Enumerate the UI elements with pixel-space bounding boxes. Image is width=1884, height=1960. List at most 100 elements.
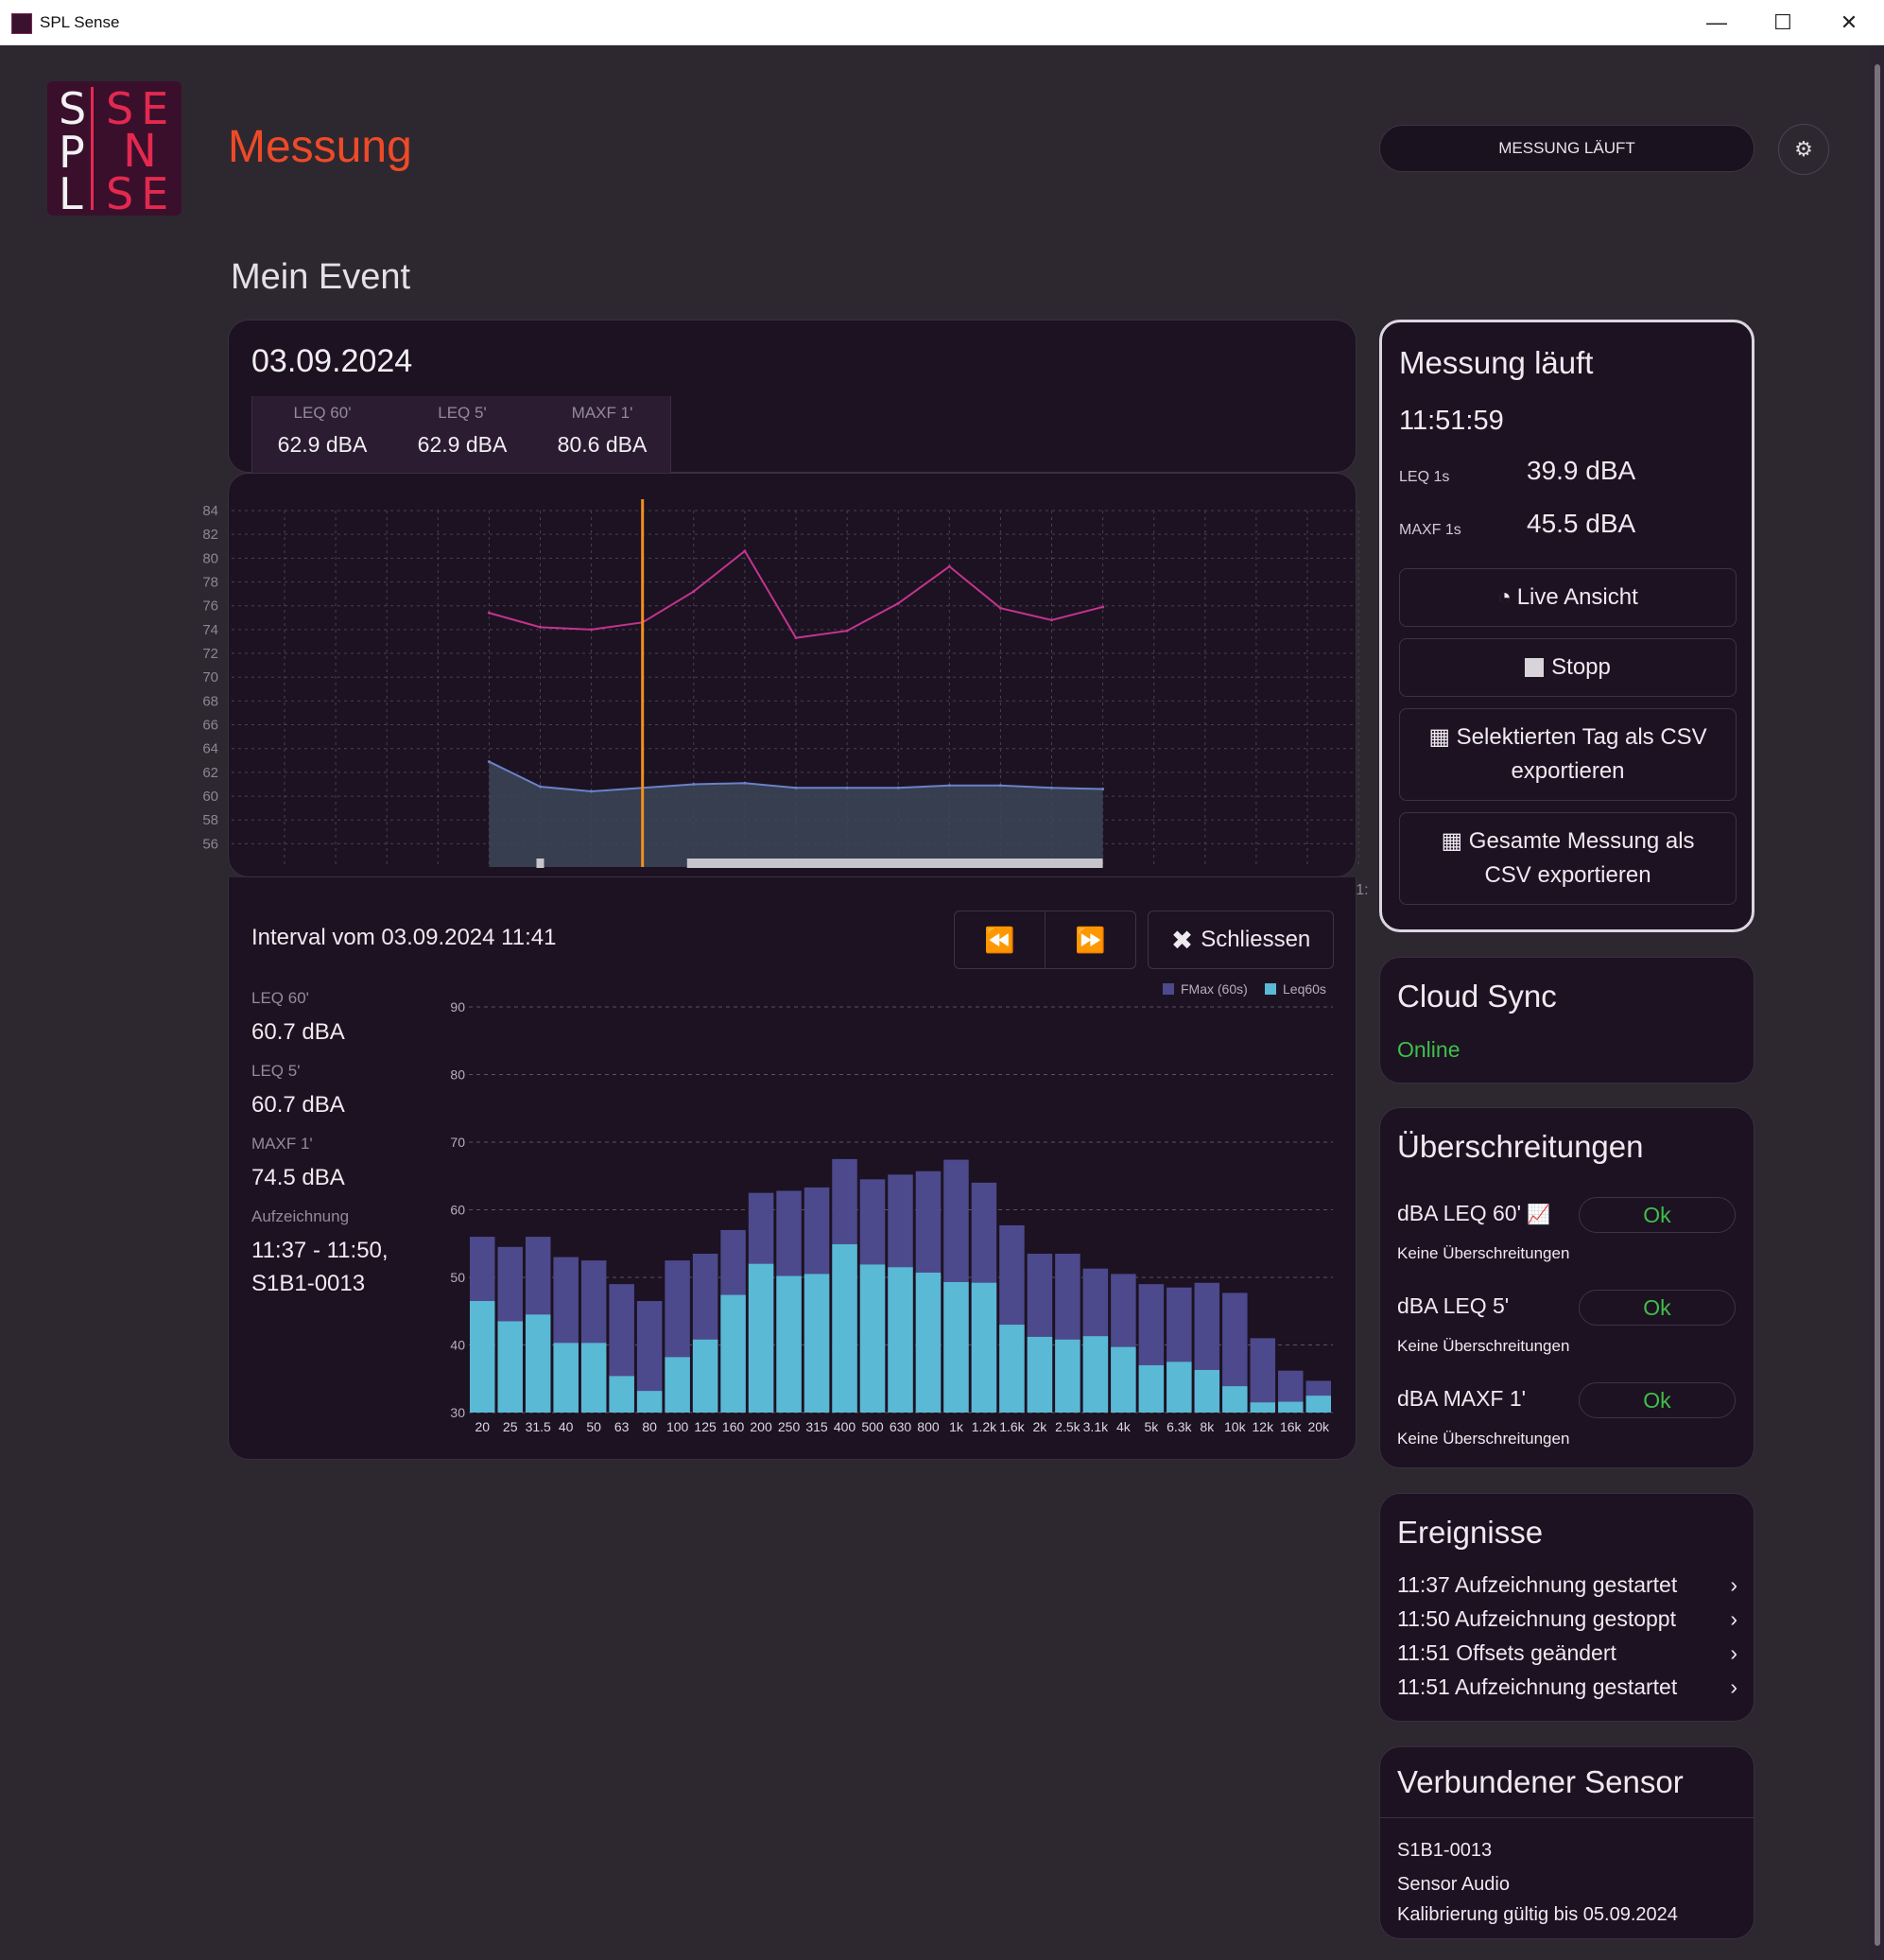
app-logo: S P L SE N SE bbox=[47, 81, 181, 216]
table-icon: ▦ bbox=[1441, 828, 1469, 854]
data-point bbox=[743, 781, 747, 785]
data-point bbox=[487, 611, 491, 615]
interval-title: Interval vom 03.09.2024 11:41 bbox=[251, 925, 557, 950]
cloud-sync-status: Online bbox=[1397, 1037, 1461, 1062]
rewind-icon: ⏪ bbox=[984, 925, 1015, 954]
x-tick-label: 1.2k bbox=[972, 1419, 997, 1434]
minimize-button[interactable]: — bbox=[1685, 0, 1748, 45]
legend-label: Leq60s bbox=[1283, 981, 1326, 997]
close-window-button[interactable]: ✕ bbox=[1818, 0, 1880, 45]
day-date: 03.09.2024 bbox=[251, 343, 413, 379]
x-tick-label: 10k bbox=[1224, 1419, 1247, 1434]
leq-value: 39.9 dBA bbox=[1527, 456, 1636, 485]
interval-stat-label: MAXF 1' bbox=[251, 1135, 313, 1153]
x-tick-label: 50 bbox=[586, 1419, 601, 1434]
event-item[interactable]: 11:50 Aufzeichnung gestoppt › bbox=[1397, 1606, 1737, 1632]
stop-icon bbox=[1525, 658, 1545, 677]
y-tick-label: 76 bbox=[202, 598, 218, 615]
data-point bbox=[692, 590, 696, 594]
leq-bar bbox=[609, 1376, 634, 1413]
export-all-csv-button[interactable]: ▦ Gesamte Messung als CSV exportieren bbox=[1399, 812, 1737, 905]
exceedance-status: Ok bbox=[1579, 1197, 1736, 1233]
y-tick-label: 64 bbox=[202, 741, 218, 757]
y-tick-label: 40 bbox=[450, 1338, 465, 1353]
leq-bar bbox=[1167, 1362, 1192, 1413]
y-tick-label: 70 bbox=[450, 1135, 465, 1150]
maximize-button[interactable]: ☐ bbox=[1752, 0, 1814, 45]
y-tick-label: 66 bbox=[202, 718, 218, 734]
events-title: Ereignisse bbox=[1397, 1515, 1544, 1550]
x-tick-label: 16k bbox=[1280, 1419, 1303, 1434]
x-tick-label: 20 bbox=[475, 1419, 490, 1434]
x-tick-label: 2k bbox=[1033, 1419, 1048, 1434]
chart-icon[interactable]: 📈 bbox=[1527, 1205, 1550, 1225]
event-item[interactable]: 11:37 Aufzeichnung gestartet › bbox=[1397, 1572, 1737, 1598]
timeline-chart[interactable]: 84828078767472706866646260585611:3411:35… bbox=[184, 473, 1546, 908]
leq-bar bbox=[804, 1274, 830, 1413]
leq-bar bbox=[1138, 1364, 1165, 1413]
y-tick-label: 78 bbox=[202, 575, 218, 591]
scrollbar[interactable] bbox=[1871, 45, 1884, 1960]
running-time: 11:51:59 bbox=[1399, 406, 1504, 436]
x-tick-label: 80 bbox=[642, 1419, 657, 1434]
interval-stat-value: 60.7 dBA bbox=[251, 1019, 345, 1045]
y-tick-label: 62 bbox=[202, 765, 218, 781]
leq-bar bbox=[832, 1243, 857, 1413]
chevron-right-icon: › bbox=[1730, 1674, 1737, 1699]
measurement-status-button[interactable]: MESSUNG LÄUFT bbox=[1379, 125, 1754, 172]
x-tick-label: 800 bbox=[917, 1419, 940, 1434]
settings-button[interactable]: ⚙ bbox=[1778, 124, 1829, 175]
y-tick-label: 80 bbox=[202, 550, 218, 566]
day-summary-card: 03.09.2024 LEQ 60' 62.9 dBA LEQ 5' 62.9 dB… bbox=[228, 320, 1357, 474]
data-point bbox=[1101, 605, 1105, 609]
data-point bbox=[845, 786, 849, 789]
exceedance-status: Ok bbox=[1579, 1290, 1736, 1326]
event-item[interactable]: 11:51 Offsets geändert › bbox=[1397, 1640, 1737, 1666]
y-tick-label: 56 bbox=[202, 836, 218, 852]
leq-bar bbox=[553, 1343, 579, 1413]
leq-bar bbox=[1194, 1369, 1220, 1413]
live-view-button[interactable]: ◔ Live Ansicht bbox=[1399, 568, 1737, 627]
leq-bar bbox=[859, 1264, 886, 1413]
leq-bar bbox=[497, 1321, 523, 1413]
event-item[interactable]: 11:51 Aufzeichnung gestartet › bbox=[1397, 1674, 1737, 1700]
leq-bar bbox=[665, 1357, 690, 1413]
gear-icon: ⚙ bbox=[1794, 137, 1813, 161]
interval-stat-label: LEQ 5' bbox=[251, 1062, 301, 1080]
x-tick-label: 31.5 bbox=[526, 1419, 551, 1434]
leq-bar bbox=[720, 1294, 746, 1413]
x-tick-label: 125 bbox=[694, 1419, 717, 1434]
export-day-csv-button[interactable]: ▦ Selektierten Tag als CSV exportieren bbox=[1399, 708, 1737, 801]
y-tick-label: 72 bbox=[202, 646, 218, 662]
previous-interval-button[interactable]: ⏪ bbox=[955, 911, 1046, 968]
x-tick-label: 1k bbox=[949, 1419, 964, 1434]
x-tick-label: 8k bbox=[1200, 1419, 1215, 1434]
scrollbar-thumb[interactable] bbox=[1875, 64, 1880, 1946]
chevron-right-icon: › bbox=[1730, 1572, 1737, 1597]
day-stats: LEQ 60' 62.9 dBA LEQ 5' 62.9 dBA MAXF 1' 80… bbox=[251, 396, 671, 474]
x-tick-label: 100 bbox=[666, 1419, 689, 1434]
x-tick-label: 315 bbox=[805, 1419, 828, 1434]
exceedance-label: dBA LEQ 5' bbox=[1397, 1293, 1510, 1318]
x-tick-label: 12k bbox=[1253, 1419, 1275, 1434]
day-stat-maxf1: MAXF 1' 80.6 dBA bbox=[557, 404, 648, 457]
data-point bbox=[1050, 618, 1053, 622]
leq-bar bbox=[636, 1391, 663, 1413]
exceedances-title: Überschreitungen bbox=[1397, 1129, 1644, 1164]
sensor-name: Sensor Audio bbox=[1397, 1874, 1510, 1895]
data-point bbox=[794, 636, 798, 640]
y-tick-label: 84 bbox=[202, 503, 218, 519]
window-titlebar: SPL Sense — ☐ ✕ bbox=[0, 0, 1884, 45]
data-point bbox=[896, 601, 900, 605]
legend-swatch bbox=[1265, 983, 1276, 995]
leq-bar bbox=[580, 1343, 607, 1413]
close-interval-button[interactable]: ✖ Schliessen bbox=[1148, 911, 1334, 969]
stop-button[interactable]: Stopp bbox=[1399, 638, 1737, 697]
leq-bar bbox=[888, 1267, 913, 1413]
data-point bbox=[845, 629, 849, 633]
leq-bar bbox=[1027, 1336, 1053, 1413]
legend-label: FMax (60s) bbox=[1181, 981, 1248, 997]
data-point bbox=[590, 628, 594, 632]
leq-bar bbox=[999, 1325, 1025, 1413]
next-interval-button[interactable]: ⏩ bbox=[1046, 911, 1135, 968]
